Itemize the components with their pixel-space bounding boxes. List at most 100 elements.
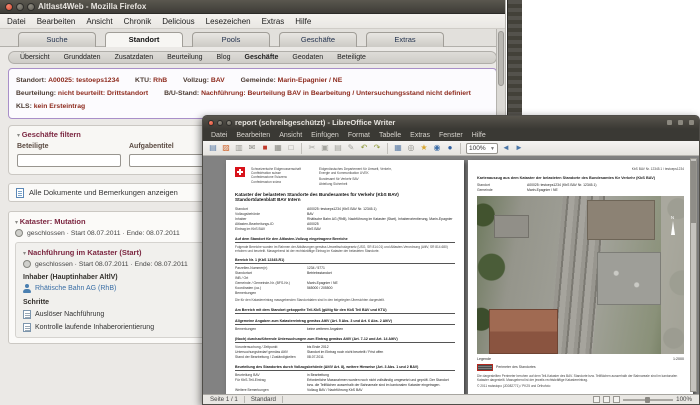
zoom-combobox[interactable]: 100% ▼	[466, 142, 498, 154]
window-title: Altlast4Web - Mozilla Firefox	[38, 2, 147, 11]
new-document-icon[interactable]: ▤	[208, 143, 218, 153]
open-icon[interactable]: ▨	[221, 143, 231, 153]
kataster-status-text: geschlossen · Start 08.07.2011 · Ende: 0…	[27, 229, 180, 237]
view-single-page-icon[interactable]	[593, 396, 601, 403]
mid-rows: Parzellen-Nummer(n) 1234 / 5771 Standorta…	[235, 266, 338, 296]
close-icon[interactable]	[208, 119, 214, 126]
menu-delicious[interactable]: Delicious	[162, 17, 194, 26]
window-title: report (schreibgeschützt) - LibreOffice …	[235, 118, 396, 127]
tab-suche[interactable]: Suche	[18, 32, 96, 47]
statusbar-zoom-value: 100%	[676, 396, 692, 403]
subnav-beurteilung[interactable]: Beurteilung	[167, 54, 202, 61]
map-title: Kartenauszug aus dem Kataster der belast…	[477, 176, 656, 180]
redo-icon[interactable]: ↷	[372, 143, 382, 153]
print-icon[interactable]: ▦	[273, 143, 283, 153]
menu-ansicht[interactable]: Ansicht	[279, 132, 302, 139]
subnav-uebersicht[interactable]: Übersicht	[20, 54, 50, 61]
minimize-icon[interactable]	[217, 119, 223, 126]
previous-page-icon[interactable]: ◄	[501, 143, 511, 153]
tab-pools[interactable]: Pools	[192, 32, 270, 47]
menu-ansicht[interactable]: Ansicht	[86, 17, 112, 26]
tab-geschaefte[interactable]: Geschäfte	[279, 32, 357, 47]
copy-icon[interactable]: ▣	[320, 143, 330, 153]
subnav-beteiligte[interactable]: Beteiligte	[337, 54, 366, 61]
zoom-slider[interactable]	[623, 396, 674, 403]
gear-icon	[15, 229, 23, 237]
menu-chronik[interactable]: Chronik	[124, 17, 152, 26]
view-multi-page-icon[interactable]	[603, 396, 611, 403]
menu-hilfe[interactable]: Hilfe	[295, 17, 311, 26]
format-paintbrush-icon[interactable]: ✎	[346, 143, 356, 153]
close-icon[interactable]	[5, 2, 13, 11]
menu-extras[interactable]: Extras	[410, 132, 430, 139]
page-preview-icon[interactable]: □	[286, 143, 296, 153]
writer-scrollbar[interactable]	[690, 158, 697, 392]
tab-extras[interactable]: Extras	[366, 32, 444, 47]
confederation-block: Schweizerische Eidgenossenschaft Confédé…	[251, 167, 301, 184]
zoom-value: 100%	[469, 144, 486, 152]
menu-bearbeiten[interactable]: Bearbeiten	[37, 17, 76, 26]
writer-titlebar[interactable]: report (schreibgeschützt) - LibreOffice …	[203, 116, 699, 129]
firefox-titlebar[interactable]: Altlast4Web - Mozilla Firefox	[0, 0, 505, 14]
tab-standort[interactable]: Standort	[105, 32, 183, 47]
writer-statusbar: Seite 1 / 1 Standard 100%	[203, 394, 699, 404]
page2-corner-ref: KbS BAV Nr. 12345.1 / testoeps1234	[631, 167, 684, 171]
undo-icon[interactable]: ↶	[359, 143, 369, 153]
page-kartenauszug: KbS BAV Nr. 12345.1 / testoeps1234 Karte…	[468, 160, 693, 394]
building	[493, 214, 529, 239]
menu-fenster[interactable]: Fenster	[439, 132, 463, 139]
menu-format[interactable]: Format	[348, 132, 370, 139]
documents-link-label[interactable]: Alle Dokumente und Bemerkungen anzeigen	[29, 188, 178, 197]
writer-toolbar: ▤ ▨ ▥ ✉ ■ ▦ □ ✂ ▣ ▤ ✎ ↶ ↷ ▦ ◎ ★ ◉ ● 100%…	[203, 141, 699, 156]
menu-einfuegen[interactable]: Einfügen	[311, 132, 339, 139]
app-subnav: Übersicht Grunddaten Zusatzdaten Beurtei…	[8, 51, 497, 64]
view-book-icon[interactable]	[613, 396, 621, 403]
tray-icon	[678, 120, 683, 125]
menu-datei[interactable]: Datei	[211, 132, 227, 139]
top-rows: Standort A00025: testoeps1234 (KbS BAV Nr…	[235, 207, 453, 231]
next-page-icon[interactable]: ►	[514, 143, 524, 153]
export-pdf-icon[interactable]: ■	[260, 143, 270, 153]
scrollbar-thumb[interactable]	[498, 31, 504, 86]
page-standortdatenblatt: Schweizerische Eidgenossenschaft Confédé…	[226, 160, 464, 394]
menu-bearbeiten[interactable]: Bearbeiten	[236, 132, 270, 139]
menu-extras[interactable]: Extras	[262, 17, 285, 26]
email-icon[interactable]: ✉	[247, 143, 257, 153]
subnav-blog[interactable]: Blog	[217, 54, 231, 61]
firefox-menubar: Datei Bearbeiten Ansicht Chronik Delicio…	[0, 14, 505, 29]
subnav-geschaefte[interactable]: Geschäfte	[245, 54, 279, 61]
tray-icon	[689, 120, 694, 125]
menu-tabelle[interactable]: Tabelle	[379, 132, 401, 139]
maximize-icon[interactable]	[27, 2, 35, 11]
document-area: Schweizerische Eidgenossenschaft Confédé…	[203, 156, 699, 394]
help-icon[interactable]: ●	[445, 143, 455, 153]
paste-icon[interactable]: ▤	[333, 143, 343, 153]
inhaber-link[interactable]: Rhätische Bahn AG (RhB)	[35, 285, 116, 292]
writer-menubar: Datei Bearbeiten Ansicht Einfügen Format…	[203, 129, 699, 141]
nachfuehrung-status-text: geschlossen · Start 08.07.2011 · Ende: 0…	[35, 260, 188, 268]
table-icon[interactable]: ▦	[393, 143, 403, 153]
chevron-down-icon: ▼	[490, 145, 495, 152]
menu-datei[interactable]: Datei	[7, 17, 26, 26]
section4-title: Allgemeine Angaben zum Katastereintrag g…	[235, 319, 455, 325]
tasklist-icon	[23, 323, 31, 332]
find-replace-icon[interactable]: ◎	[406, 143, 416, 153]
subnav-zusatzdaten[interactable]: Zusatzdaten	[115, 54, 154, 61]
section1-title: Auf dem Standort für den Altlasten-Vollz…	[235, 237, 455, 243]
menu-hilfe[interactable]: Hilfe	[472, 132, 486, 139]
cut-icon[interactable]: ✂	[307, 143, 317, 153]
subnav-grunddaten[interactable]: Grunddaten	[64, 54, 101, 61]
building	[586, 200, 655, 240]
zoom-icon[interactable]: ◉	[432, 143, 442, 153]
standort-infobox: Standort: A00025: testoeps1234 KTU: RhB …	[8, 68, 497, 119]
gear-icon	[23, 260, 31, 268]
gallery-icon[interactable]: ★	[419, 143, 429, 153]
save-icon[interactable]: ▥	[234, 143, 244, 153]
maximize-icon[interactable]	[226, 119, 232, 126]
document-icon	[16, 187, 24, 198]
scrollbar-thumb[interactable]	[691, 161, 696, 223]
beteiligte-input[interactable]	[17, 154, 121, 167]
menu-lesezeichen[interactable]: Lesezeichen	[206, 17, 251, 26]
subnav-geodaten[interactable]: Geodaten	[292, 54, 323, 61]
minimize-icon[interactable]	[16, 2, 24, 11]
